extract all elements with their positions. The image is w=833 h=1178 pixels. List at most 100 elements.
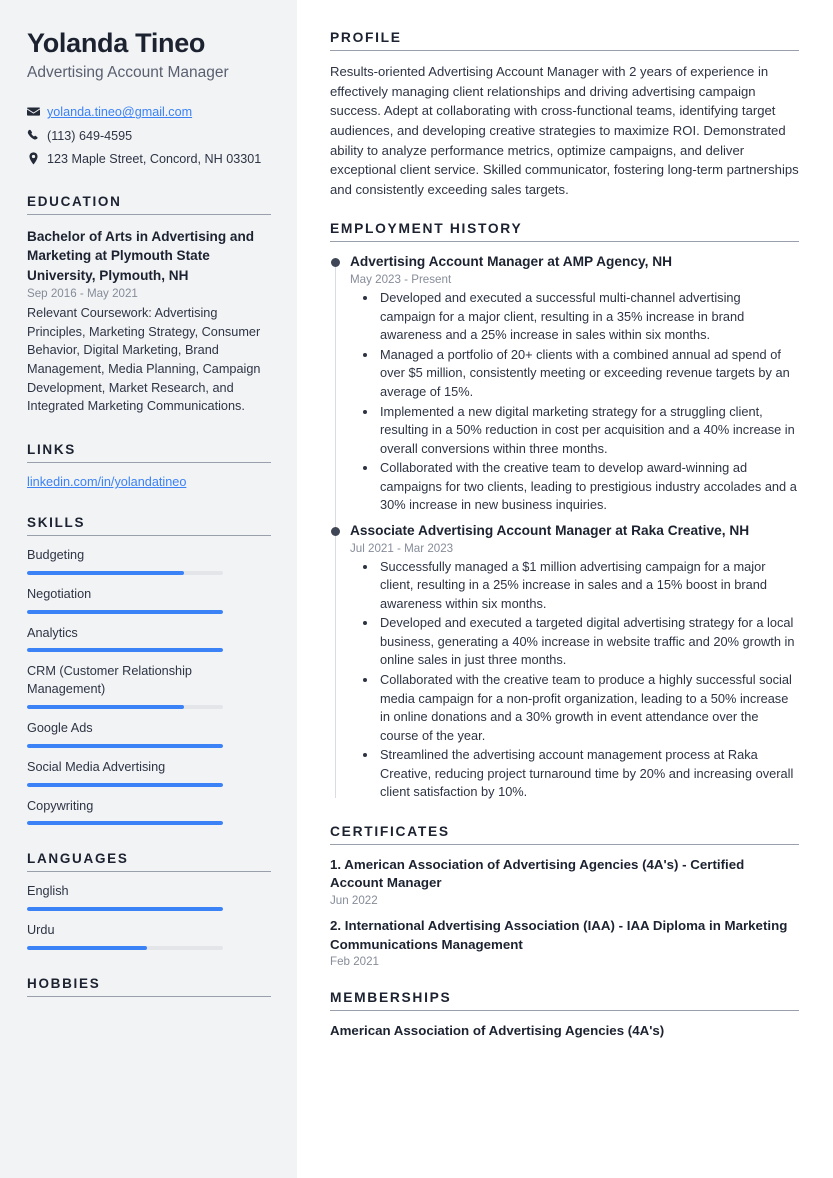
- skill-item: Google Ads: [27, 720, 271, 748]
- contact-phone-row: (113) 649-4595: [27, 127, 271, 145]
- job-bullets: Successfully managed a $1 million advert…: [350, 558, 799, 802]
- skill-label: Social Media Advertising: [27, 759, 166, 774]
- certificate-item: 1. American Association of Advertising A…: [330, 856, 799, 907]
- education-degree: Bachelor of Arts in Advertising and Mark…: [27, 229, 255, 283]
- language-item: Urdu: [27, 922, 271, 950]
- skill-bar-fill: [27, 648, 223, 653]
- languages-rule: [27, 871, 271, 873]
- resume-page: Yolanda Tineo Advertising Account Manage…: [0, 0, 833, 1178]
- envelope-icon: [27, 103, 47, 118]
- skill-bar-fill: [27, 609, 223, 614]
- links-rule: [27, 462, 271, 464]
- skill-bar-fill: [27, 782, 223, 787]
- profile-rule: [330, 50, 799, 51]
- skills-section: SKILLS Budgeting Negotiation Analytics C…: [27, 515, 271, 826]
- skill-item: Analytics: [27, 625, 271, 653]
- links-heading: LINKS: [27, 442, 76, 458]
- profile-heading: PROFILE: [330, 30, 402, 45]
- skill-bar-track: [27, 743, 223, 748]
- skill-item: Copywriting: [27, 798, 271, 826]
- employment-timeline: Advertising Account Manager at AMP Agenc…: [330, 253, 799, 801]
- contact-address-text: 123 Maple Street, Concord, NH 03301: [47, 151, 262, 166]
- memberships-rule: [330, 1010, 799, 1012]
- contact-block: yolanda.tineo@gmail.com (113) 649-4595 1…: [27, 103, 271, 168]
- contact-email-link[interactable]: yolanda.tineo@gmail.com: [47, 103, 192, 121]
- education-date: Sep 2016 - May 2021: [27, 287, 138, 301]
- skill-bar-track: [27, 821, 223, 826]
- job-date: May 2023 - Present: [350, 273, 452, 287]
- hobbies-rule: [27, 995, 271, 997]
- link-item[interactable]: linkedin.com/in/yolandatineo: [27, 475, 271, 489]
- skill-bar-track: [27, 609, 223, 614]
- links-section: LINKS linkedin.com/in/yolandatineo: [27, 442, 271, 489]
- skills-rule: [27, 535, 271, 537]
- skill-label: Budgeting: [27, 548, 85, 563]
- skill-bar-fill: [27, 821, 223, 826]
- certificates-rule: [330, 843, 799, 845]
- employment-section: EMPLOYMENT HISTORY Advertising Account M…: [330, 221, 799, 801]
- certificate-date: Jun 2022: [330, 894, 378, 907]
- skill-item: CRM (Customer Relationship Management): [27, 663, 271, 709]
- skill-label: CRM (Customer Relationship Management): [27, 664, 192, 697]
- person-job-title: Advertising Account Manager: [27, 64, 229, 82]
- job-entry: Associate Advertising Account Manager at…: [330, 522, 799, 802]
- skills-heading: SKILLS: [27, 515, 86, 531]
- job-bullet: Streamlined the advertising account mana…: [378, 746, 799, 802]
- certificate-item: 2. International Advertising Association…: [330, 917, 799, 968]
- skill-item: Social Media Advertising: [27, 759, 271, 787]
- certificates-section: CERTIFICATES 1. American Association of …: [330, 824, 799, 968]
- skill-label: Google Ads: [27, 721, 93, 735]
- main-column: PROFILE Results-oriented Advertising Acc…: [297, 0, 833, 1178]
- certificate-title: 1. American Association of Advertising A…: [330, 856, 745, 891]
- skill-bar-fill: [27, 743, 223, 748]
- contact-phone-text: (113) 649-4595: [47, 128, 133, 143]
- skill-bar-track: [27, 648, 223, 653]
- languages-heading: LANGUAGES: [27, 851, 129, 867]
- languages-section: LANGUAGES English Urdu: [27, 851, 271, 950]
- job-date: Jul 2021 - Mar 2023: [350, 541, 454, 555]
- language-bar-track: [27, 907, 223, 912]
- certificates-heading: CERTIFICATES: [330, 823, 450, 839]
- job-bullet: Implemented a new digital marketing stra…: [378, 403, 799, 459]
- person-name: Yolanda Tineo: [27, 28, 206, 58]
- sidebar: Yolanda Tineo Advertising Account Manage…: [0, 0, 297, 1178]
- hobbies-section: HOBBIES: [27, 976, 271, 997]
- language-item: English: [27, 883, 271, 912]
- language-label: English: [27, 884, 69, 899]
- contact-email-row[interactable]: yolanda.tineo@gmail.com: [27, 103, 271, 121]
- phone-icon: [27, 127, 47, 142]
- language-bar-fill: [27, 907, 223, 912]
- job-title: Associate Advertising Account Manager at…: [350, 522, 750, 538]
- education-section: EDUCATION Bachelor of Arts in Advertisin…: [27, 194, 271, 416]
- skill-label: Copywriting: [27, 798, 94, 813]
- profile-section: PROFILE Results-oriented Advertising Acc…: [330, 30, 799, 199]
- linkedin-link[interactable]: linkedin.com/in/yolandatineo: [27, 475, 186, 489]
- certificate-title: 2. International Advertising Association…: [330, 918, 788, 952]
- skill-item: Budgeting: [27, 547, 271, 575]
- job-title: Advertising Account Manager at AMP Agenc…: [350, 254, 672, 270]
- map-pin-icon: [27, 150, 47, 165]
- skill-bar-track: [27, 705, 223, 709]
- job-bullet: Successfully managed a $1 million advert…: [378, 558, 799, 614]
- job-bullets: Developed and executed a successful mult…: [350, 289, 799, 515]
- job-bullet: Developed and executed a successful mult…: [378, 289, 799, 345]
- memberships-heading: MEMBERSHIPS: [330, 990, 452, 1006]
- language-label: Urdu: [27, 923, 55, 938]
- profile-text: Results-oriented Advertising Account Man…: [330, 64, 799, 197]
- job-bullet: Collaborated with the creative team to p…: [378, 671, 799, 745]
- employment-rule: [330, 241, 799, 243]
- skill-bar-fill: [27, 705, 184, 709]
- education-rule: [27, 214, 271, 216]
- job-bullet: Managed a portfolio of 20+ clients with …: [378, 346, 799, 402]
- skill-bar-fill: [27, 570, 184, 575]
- hobbies-heading: HOBBIES: [27, 975, 101, 991]
- skill-item: Negotiation: [27, 586, 271, 614]
- job-entry: Advertising Account Manager at AMP Agenc…: [330, 253, 799, 515]
- language-bar-fill: [27, 945, 147, 950]
- employment-heading: EMPLOYMENT HISTORY: [330, 221, 523, 237]
- education-heading: EDUCATION: [27, 194, 122, 210]
- language-bar-track: [27, 945, 223, 950]
- job-bullet: Developed and executed a targeted digita…: [378, 614, 799, 670]
- contact-address-row: 123 Maple Street, Concord, NH 03301: [27, 150, 271, 168]
- skill-bar-track: [27, 570, 223, 575]
